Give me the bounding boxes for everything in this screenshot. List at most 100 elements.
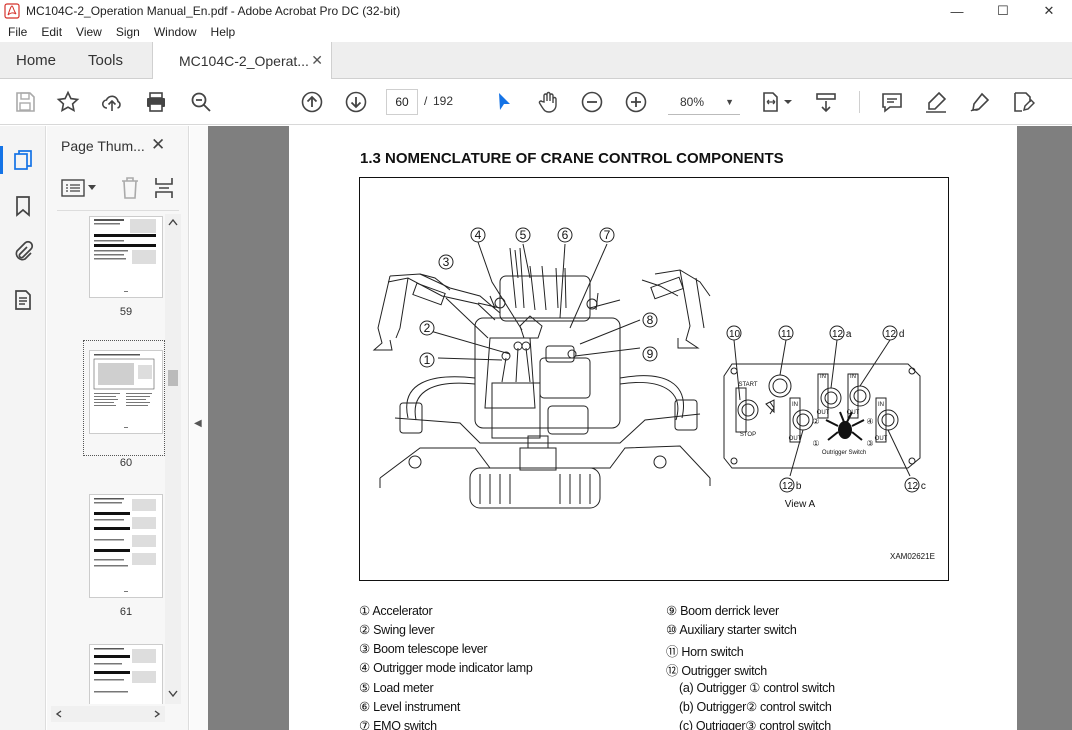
panel-out-label: OUT bbox=[875, 436, 888, 442]
thumbnail-page-62[interactable] bbox=[89, 644, 163, 704]
thumbnail-label: 59 bbox=[119, 306, 133, 318]
legend-item: ⑨ Boom derrick lever bbox=[666, 604, 779, 618]
legend-item: ① Accelerator bbox=[359, 604, 433, 618]
thumbnail-scrollbar[interactable] bbox=[165, 214, 181, 704]
thumbnail-list: 59 60 61 bbox=[47, 214, 165, 704]
crane-diagram-figure: 4 5 6 7 3 2 1 8 9 START STOP IN IN IN IN… bbox=[359, 177, 949, 581]
menu-bar: File Edit View Sign Window Help bbox=[0, 22, 1072, 42]
maximize-button[interactable]: ☐ bbox=[980, 0, 1026, 22]
thumbnail-preview bbox=[94, 219, 156, 292]
scroll-left-icon[interactable] bbox=[55, 710, 63, 718]
next-page-icon[interactable] bbox=[343, 89, 369, 115]
minimize-button[interactable]: — bbox=[934, 0, 980, 22]
panel-circle-2: ② bbox=[812, 417, 819, 426]
callout-1: 1 bbox=[424, 353, 431, 367]
thumbnail-horizontal-scrollbar[interactable] bbox=[51, 706, 165, 722]
menu-edit[interactable]: Edit bbox=[33, 25, 68, 39]
select-cursor-icon[interactable] bbox=[491, 89, 517, 115]
legend-item: ⑩ Auxiliary starter switch bbox=[666, 623, 797, 637]
page-number-input[interactable]: 60 bbox=[386, 89, 418, 115]
thumbnail-page-59[interactable] bbox=[89, 216, 163, 298]
panel-circle-4: ④ bbox=[866, 417, 873, 426]
attachments-paperclip-icon[interactable] bbox=[11, 240, 35, 264]
document-viewport[interactable]: 1.3 NOMENCLATURE OF CRANE CONTROL COMPON… bbox=[208, 126, 1072, 730]
delete-trash-icon[interactable] bbox=[119, 176, 141, 200]
legend-subitem: (b) Outrigger② control switch bbox=[679, 700, 832, 714]
highlight-pen-icon[interactable] bbox=[923, 89, 949, 115]
panel-circle-1: ① bbox=[812, 439, 819, 448]
chevron-down-icon[interactable] bbox=[782, 89, 794, 115]
close-tab-button[interactable]: ✕ bbox=[311, 52, 323, 69]
hand-tool-icon[interactable] bbox=[535, 89, 561, 115]
menu-sign[interactable]: Sign bbox=[108, 25, 146, 39]
pdf-page: 1.3 NOMENCLATURE OF CRANE CONTROL COMPON… bbox=[289, 126, 1017, 730]
scroll-down-icon[interactable] bbox=[168, 690, 178, 698]
window-title: MC104C-2_Operation Manual_En.pdf - Adobe… bbox=[26, 4, 401, 18]
menu-view[interactable]: View bbox=[68, 25, 108, 39]
panel-in-label: IN bbox=[850, 374, 856, 380]
thumbnail-preview bbox=[94, 498, 156, 592]
zoom-out-icon[interactable] bbox=[579, 89, 605, 115]
tab-bar: Home Tools MC104C-2_Operat... ✕ bbox=[0, 42, 1072, 79]
save-icon[interactable] bbox=[12, 89, 38, 115]
menu-help[interactable]: Help bbox=[203, 25, 242, 39]
menu-window[interactable]: Window bbox=[146, 25, 203, 39]
scroll-up-icon[interactable] bbox=[168, 218, 178, 226]
bookmarks-icon[interactable] bbox=[11, 194, 35, 218]
scroll-mode-icon[interactable] bbox=[813, 89, 839, 115]
callout-10: 10 bbox=[729, 329, 741, 340]
outrigger-switch-caption: Outrigger Switch bbox=[822, 450, 866, 456]
print-icon[interactable] bbox=[143, 89, 169, 115]
callout-11: 11 bbox=[781, 329, 792, 340]
zoom-level-dropdown[interactable]: 80% ▼ bbox=[668, 89, 740, 115]
legend-item: ③ Boom telescope lever bbox=[359, 642, 488, 656]
comment-icon[interactable] bbox=[879, 89, 905, 115]
scrollbar-thumb[interactable] bbox=[168, 370, 178, 386]
legend-item: ⑦ EMO switch bbox=[359, 719, 437, 730]
tab-tools[interactable]: Tools bbox=[88, 52, 123, 69]
scroll-right-icon[interactable] bbox=[153, 710, 161, 718]
figure-code: XAM02621E bbox=[890, 552, 935, 561]
thumbnail-preview bbox=[93, 354, 155, 428]
chevron-down-icon: ▼ bbox=[725, 97, 734, 107]
navigation-rail bbox=[0, 126, 46, 730]
chevron-down-icon[interactable] bbox=[87, 184, 97, 192]
sign-pen-icon[interactable] bbox=[967, 89, 993, 115]
panel-toolbar bbox=[57, 174, 181, 202]
callout-7: 7 bbox=[604, 228, 611, 242]
legend-item: ⑤ Load meter bbox=[359, 681, 434, 695]
close-window-button[interactable]: ✕ bbox=[1026, 0, 1072, 22]
panel-start-label: START bbox=[738, 382, 757, 388]
options-menu-icon[interactable] bbox=[61, 178, 85, 198]
tab-home[interactable]: Home bbox=[16, 52, 56, 69]
edit-pdf-icon[interactable] bbox=[1010, 89, 1036, 115]
legend-item: ⑪ Horn switch bbox=[666, 645, 744, 659]
collapse-panel-handle[interactable]: ◀ bbox=[190, 126, 208, 730]
page-fit-icon[interactable] bbox=[758, 89, 784, 115]
panel-stop-label: STOP bbox=[740, 432, 756, 438]
zoom-in-icon[interactable] bbox=[623, 89, 649, 115]
share-upload-icon[interactable] bbox=[99, 89, 125, 115]
legend-item: ② Swing lever bbox=[359, 623, 435, 637]
previous-page-icon[interactable] bbox=[299, 89, 325, 115]
thumbnail-label: 61 bbox=[119, 606, 133, 618]
active-indicator bbox=[0, 146, 3, 174]
close-panel-button[interactable]: ✕ bbox=[151, 135, 165, 155]
insert-pages-icon[interactable] bbox=[153, 176, 175, 200]
callout-12a: 12 a bbox=[832, 329, 852, 340]
document-layers-icon[interactable] bbox=[11, 288, 35, 312]
view-a-label: View A bbox=[785, 499, 816, 510]
panel-circle-3: ③ bbox=[866, 439, 873, 448]
thumbnail-page-61[interactable] bbox=[89, 494, 163, 598]
zoom-level-value: 80% bbox=[680, 95, 705, 109]
panel-in-label: IN bbox=[878, 402, 884, 408]
bookmark-star-icon[interactable] bbox=[55, 89, 81, 115]
thumbnail-preview bbox=[94, 648, 156, 693]
callout-2: 2 bbox=[424, 321, 431, 335]
title-bar: MC104C-2_Operation Manual_En.pdf - Adobe… bbox=[0, 0, 1072, 22]
zoom-search-icon[interactable] bbox=[188, 89, 214, 115]
menu-file[interactable]: File bbox=[0, 25, 33, 39]
page-thumbnails-icon[interactable] bbox=[11, 148, 35, 172]
tab-document[interactable]: MC104C-2_Operat... ✕ bbox=[152, 42, 332, 79]
thumbnail-page-60[interactable] bbox=[89, 350, 163, 434]
